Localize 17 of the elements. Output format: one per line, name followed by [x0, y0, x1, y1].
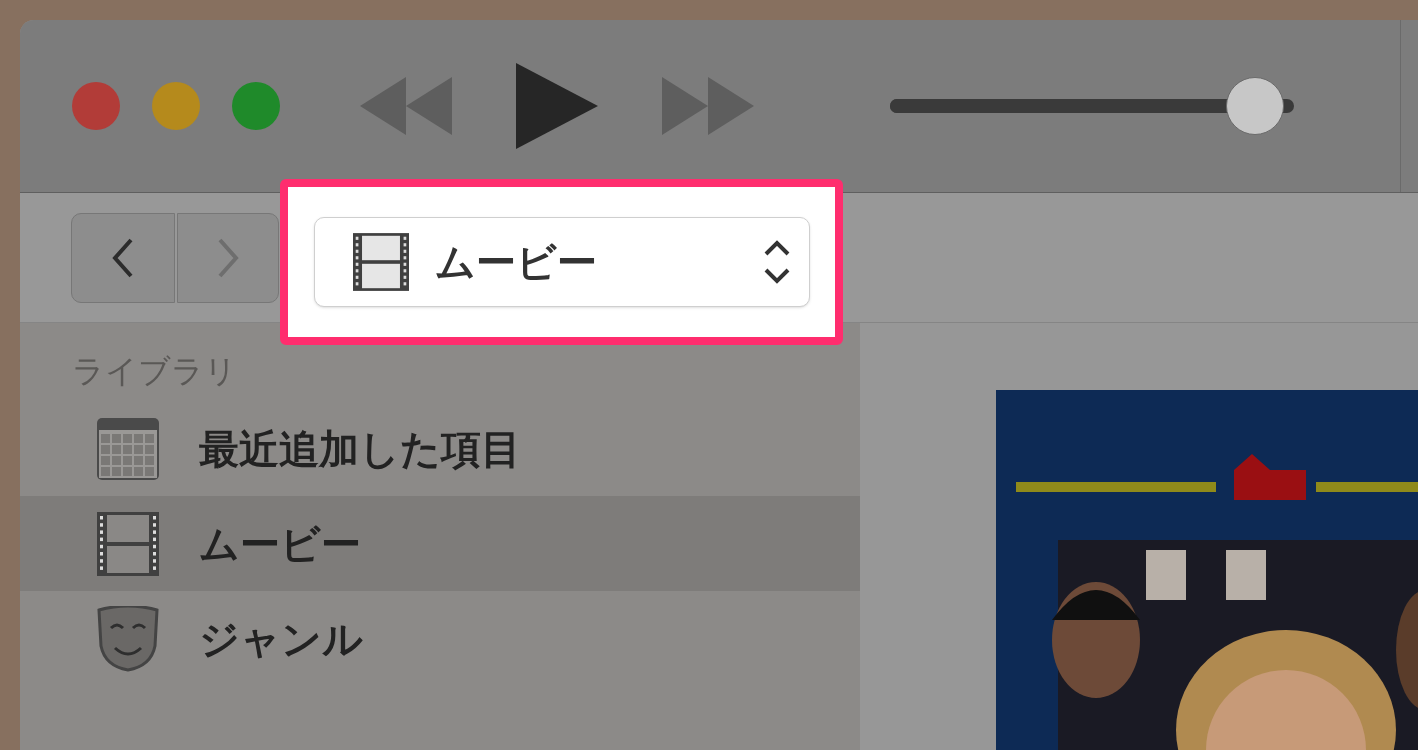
- minimize-button[interactable]: [152, 82, 200, 131]
- back-button[interactable]: [71, 212, 175, 303]
- film-icon: [97, 511, 159, 576]
- close-button[interactable]: [72, 82, 120, 131]
- mask-icon: [97, 605, 159, 672]
- zoom-button[interactable]: [232, 82, 280, 131]
- volume-slider[interactable]: [890, 77, 1294, 136]
- play-icon[interactable]: [516, 63, 598, 150]
- fast-forward-icon[interactable]: [662, 77, 754, 136]
- up-down-chevron-icon: [762, 240, 791, 285]
- sidebar-item[interactable]: ジャンル: [20, 591, 860, 686]
- sidebar-item[interactable]: ムービー: [20, 496, 860, 591]
- calendar-grid-icon: [97, 417, 159, 480]
- media-picker[interactable]: ムービー: [313, 217, 810, 308]
- film-icon: [352, 233, 409, 292]
- sidebar-item[interactable]: 最近追加した項目: [20, 401, 860, 496]
- rewind-icon[interactable]: [360, 77, 452, 136]
